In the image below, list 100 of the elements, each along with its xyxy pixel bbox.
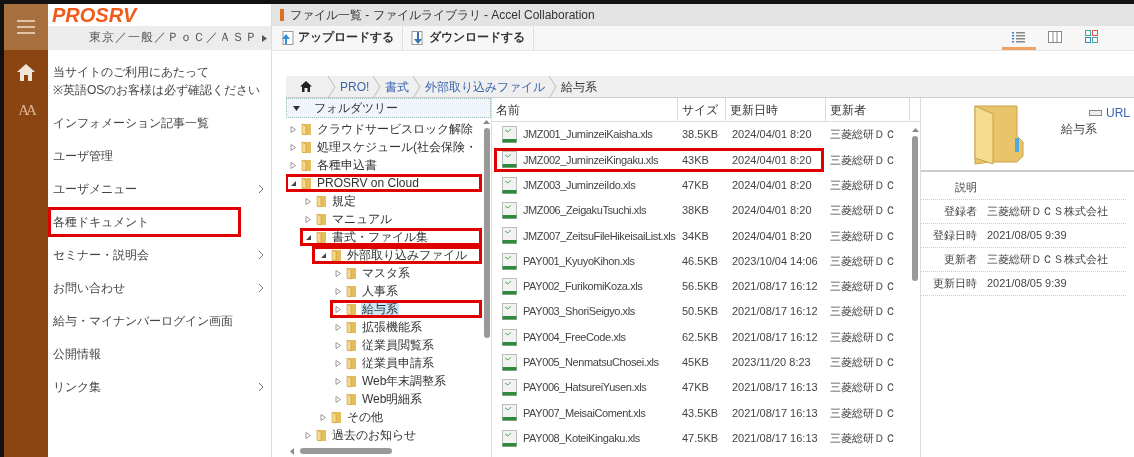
scroll-up-icon[interactable] [911,128,919,132]
table-cell-text: 三菱総研ＤＣ [829,329,896,345]
table-cell-text: 三菱総研ＤＣ [829,127,896,143]
column-header[interactable]: サイズ [678,98,726,121]
breadcrumb-link[interactable]: 給与系 [561,77,598,96]
table-cell-text: 2021/08/17 16:13 [731,430,819,446]
spreadsheet-icon [502,252,517,270]
spreadsheet-icon [502,176,517,194]
tree-item[interactable]: 各種申込書 [316,156,378,174]
table-cell-text: 2024/04/01 8:20 [731,203,813,219]
table-cell-text: 38.5KB [681,127,720,143]
menu-icon[interactable] [17,20,35,34]
field-label: 更新者 [943,252,978,268]
logo: PROSRV [52,5,137,25]
tree-item[interactable]: マスタ系 [361,264,411,282]
menu-item[interactable]: リンク集 [48,372,269,402]
caret-icon[interactable] [262,34,267,42]
menu-item[interactable]: 公開情報 [48,339,269,369]
folder-icon [316,212,329,226]
breadcrumb-link[interactable]: 書式 [385,77,410,96]
scrollbar-thumb[interactable] [912,136,918,281]
tree-item[interactable]: Web明細系 [361,390,424,408]
table-cell-text: 2021/08/17 16:12 [731,304,819,320]
scroll-up-icon[interactable] [483,120,490,124]
table-cell-text: 2021/08/17 16:12 [731,329,819,345]
breadcrumb-link[interactable]: PRO! [340,77,370,96]
file-name[interactable]: JMZ007_ZeitsuFileHikeisaiList.xls [523,227,676,245]
folder-name: 給与系 [1061,121,1097,138]
file-name[interactable]: PAY007_MeisaiComent.xls [523,404,646,422]
tree-item[interactable]: 書式・ファイル集 [331,228,429,246]
table-cell-text: 38KB [681,203,710,219]
folder-icon [346,320,359,334]
table-cell-text: 62.5KB [681,329,720,345]
file-name[interactable]: PAY002_FurikomiKoza.xls [523,278,643,295]
menu-item[interactable]: ユーザ管理 [48,141,269,171]
menu-item[interactable]: 給与・マイナンバーログイン画面 [48,306,269,336]
menu-item[interactable]: セミナー・説明会 [48,240,269,270]
folder-icon [346,302,359,316]
menu-item[interactable]: ユーザメニュー [48,174,269,204]
table-cell-text: 三菱総研ＤＣ [829,279,896,295]
folder-icon [331,248,344,262]
spreadsheet-icon [502,429,517,447]
tree-item[interactable]: 従業員申請系 [361,354,435,372]
column-header[interactable]: 更新者 [826,98,910,121]
url-link[interactable]: URL [1106,104,1130,122]
download-button[interactable]: ダウンロードする [403,26,534,50]
separator-icon [413,75,422,98]
tree-item[interactable]: クラウドサービスロック解除 [316,120,474,138]
field-label: 登録日時 [932,228,978,244]
table-cell-text: 2021/08/17 16:13 [731,405,819,421]
scrollbar-thumb[interactable] [300,448,392,454]
tree-item[interactable]: マニュアル [331,210,393,228]
table-cell-text: 47.5KB [681,430,720,446]
tree-item[interactable]: 人事系 [361,282,399,300]
tree-item[interactable]: 規定 [331,192,357,210]
tree-item[interactable]: 外部取り込みファイル [346,246,468,264]
app-icon [280,9,284,21]
table-cell-text: 47KB [681,178,710,193]
file-name[interactable]: PAY006_HatsureiYusen.xls [523,379,647,396]
file-name[interactable]: JMZ003_JuminzeiIdo.xls [523,177,636,194]
spreadsheet-icon [502,404,517,422]
tree-item[interactable]: PROSRV on Cloud [316,174,420,192]
file-name[interactable]: PAY004_FreeCode.xls [523,328,626,346]
file-name[interactable]: PAY005_NenmatsuChosei.xls [523,354,659,371]
breadcrumb-link[interactable]: 外部取り込みファイル [425,77,546,96]
home-icon[interactable] [300,81,312,92]
file-name[interactable]: JMZ001_JuminzeiKaisha.xls [523,126,653,143]
menu-item[interactable]: 各種ドキュメント [48,207,241,237]
menu-item[interactable]: インフォメーション記事一覧 [48,108,269,138]
tree-item[interactable]: 従業員閲覧系 [361,336,435,354]
file-name[interactable]: PAY003_ShoriSeigyo.xls [523,303,635,320]
spreadsheet-icon [502,202,517,220]
column-header[interactable]: 名前 [492,98,678,121]
tree-item[interactable]: 拡張機能系 [361,318,423,336]
folder-icon [346,392,359,406]
tree-item[interactable]: 過去のお知らせ [331,426,417,444]
scrollbar-thumb[interactable] [483,128,490,338]
column-header[interactable]: 更新日時 [726,98,826,121]
file-name[interactable]: JMZ002_JuminzeiKingaku.xls [523,151,659,169]
file-name[interactable]: JMZ006_ZeigakuTsuchi.xls [523,202,647,219]
folder-icon [316,428,329,442]
tree-item[interactable]: 処理スケジュール(社会保険・ [316,138,478,156]
menu-item[interactable]: お問い合わせ [48,273,269,303]
table-cell-text: 三菱総研ＤＣ [829,152,896,168]
upload-button[interactable]: アップロードする [272,26,403,50]
tree-header[interactable]: フォルダツリー [286,98,491,118]
font-size-button[interactable]: AA [18,99,34,122]
table-cell-text: 三菱総研ＤＣ [829,304,896,320]
scroll-left-icon[interactable] [290,447,294,455]
menu-item[interactable]: 当サイトのご利用にあたって ※英語OSのお客様は必ず確認ください [48,60,269,102]
file-name[interactable]: PAY008_KoteiKingaku.xls [523,429,640,447]
folder-icon [346,356,359,370]
tree-item[interactable]: その他 [346,408,384,426]
tree-item[interactable]: Web年末調整系 [361,372,448,390]
folder-icon [301,122,314,136]
field-value: 三菱総研ＤＣＳ株式会社 [987,252,1108,268]
file-name[interactable]: PAY001_KyuyoKihon.xls [523,252,635,270]
list-view-icon [1012,30,1026,43]
table-cell-text: 2021/08/17 16:13 [731,380,819,396]
field-value: 2021/08/05 9:39 [987,276,1067,292]
